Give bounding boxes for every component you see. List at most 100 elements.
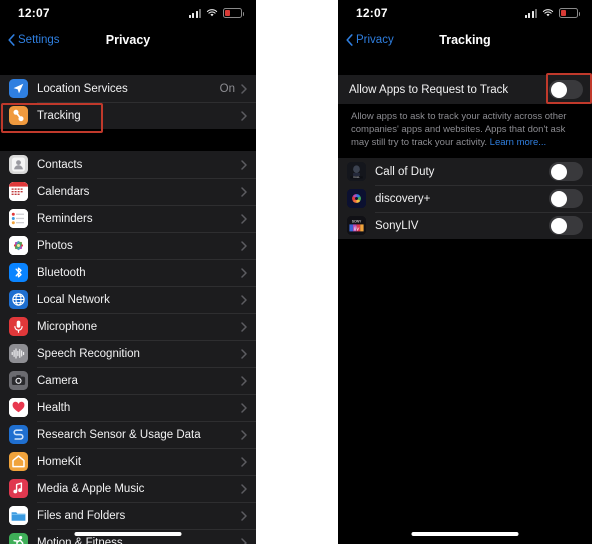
sidebar-item-label: Health [37, 401, 71, 414]
sidebar-item-tracking[interactable]: Tracking [0, 102, 256, 129]
sidebar-item-photos[interactable]: Photos [0, 232, 256, 259]
app-tracking-toggle[interactable] [549, 216, 583, 235]
back-button-privacy[interactable]: Privacy [338, 34, 394, 46]
chevron-right-icon [241, 537, 247, 544]
sidebar-item-label: Files and Folders [37, 509, 126, 522]
waveform-icon [9, 344, 28, 363]
section-gap-top [0, 53, 256, 75]
wifi-icon [542, 9, 554, 17]
list-item-label: Call of Duty [375, 165, 435, 178]
chevron-left-icon [8, 33, 15, 46]
home-indicator [74, 532, 182, 536]
screenshot-stage: 12:07 Settings Privacy Location Services… [0, 0, 592, 544]
status-bar: 12:07 [338, 0, 592, 26]
privacy-screen: 12:07 Settings Privacy Location Services… [0, 0, 256, 544]
sidebar-item-microphone[interactable]: Microphone [0, 313, 256, 340]
reminders-icon [9, 209, 28, 228]
files-folder-icon [9, 506, 28, 525]
music-note-icon [9, 479, 28, 498]
sidebar-item-label: Motion & Fitness [37, 536, 123, 544]
signal-bars-icon [188, 8, 201, 18]
allow-apps-to-request-to-track-label: Allow Apps to Request to Track [349, 83, 509, 96]
list-item[interactable]: SONY liv SonyLIV [338, 212, 592, 239]
battery-low-icon [559, 8, 580, 18]
sidebar-item-label: Location Services [37, 82, 128, 95]
list-item[interactable]: CALL Call of Duty [338, 158, 592, 185]
sidebar-item-label: Tracking [37, 109, 81, 122]
health-heart-icon [9, 398, 28, 417]
master-toggle-section: Allow Apps to Request to Track [338, 75, 592, 104]
section-gap-middle [0, 129, 256, 151]
sidebar-item-health[interactable]: Health [0, 394, 256, 421]
sidebar-item-label: Media & Apple Music [37, 482, 145, 495]
chevron-right-icon [241, 402, 247, 413]
chevron-right-icon [241, 456, 247, 467]
list-item-label: discovery+ [375, 192, 431, 205]
sidebar-item-label: Camera [37, 374, 78, 387]
photos-icon [9, 236, 28, 255]
svg-text:CALL: CALL [353, 175, 360, 179]
signal-bars-icon [524, 8, 537, 18]
sidebar-item-local-network[interactable]: Local Network [0, 286, 256, 313]
allow-apps-to-request-to-track-toggle[interactable] [549, 80, 583, 99]
sidebar-item-label: Research Sensor & Usage Data [37, 428, 201, 441]
call-of-duty-app-icon: CALL [347, 162, 366, 181]
allow-apps-to-request-to-track-row[interactable]: Allow Apps to Request to Track [338, 75, 592, 104]
chevron-right-icon [241, 240, 247, 251]
chevron-right-icon [241, 294, 247, 305]
sidebar-item-camera[interactable]: Camera [0, 367, 256, 394]
location-services-value: On [219, 82, 235, 95]
tracking-apps-list: CALL Call of Duty discovery+ SONY liv So… [338, 158, 592, 239]
sonyliv-app-icon: SONY liv [347, 216, 366, 235]
sidebar-item-files-and-folders[interactable]: Files and Folders [0, 502, 256, 529]
chevron-left-icon [346, 33, 353, 46]
chevron-right-icon [241, 321, 247, 332]
sidebar-item-speech-recognition[interactable]: Speech Recognition [0, 340, 256, 367]
sidebar-item-label: Speech Recognition [37, 347, 140, 360]
chevron-right-icon [241, 110, 247, 121]
sidebar-item-calendars[interactable]: Calendars [0, 178, 256, 205]
camera-icon [9, 371, 28, 390]
chevron-right-icon [241, 429, 247, 440]
sidebar-item-label: Local Network [37, 293, 110, 306]
back-button-settings[interactable]: Settings [0, 34, 60, 46]
status-icons [188, 8, 244, 18]
tracking-description: Allow apps to ask to track your activity… [338, 104, 592, 158]
sidebar-item-location-services[interactable]: Location Services On [0, 75, 256, 102]
sidebar-item-label: Calendars [37, 185, 90, 198]
sidebar-item-reminders[interactable]: Reminders [0, 205, 256, 232]
sidebar-item-label: Photos [37, 239, 73, 252]
app-tracking-toggle[interactable] [549, 189, 583, 208]
svg-text:liv: liv [354, 227, 359, 233]
sidebar-item-contacts[interactable]: Contacts [0, 151, 256, 178]
sidebar-item-research-sensor-usage-data[interactable]: Research Sensor & Usage Data [0, 421, 256, 448]
list-item[interactable]: discovery+ [338, 185, 592, 212]
section-gap-top [338, 53, 592, 75]
homekit-icon [9, 452, 28, 471]
chevron-right-icon [241, 186, 247, 197]
chevron-right-icon [241, 83, 247, 94]
research-sensor-icon [9, 425, 28, 444]
chevron-right-icon [241, 159, 247, 170]
sidebar-item-bluetooth[interactable]: Bluetooth [0, 259, 256, 286]
chevron-right-icon [241, 348, 247, 359]
sidebar-item-label: Bluetooth [37, 266, 86, 279]
app-tracking-toggle[interactable] [549, 162, 583, 181]
sidebar-item-homekit[interactable]: HomeKit [0, 448, 256, 475]
sidebar-item-label: HomeKit [37, 455, 82, 468]
location-arrow-icon [9, 79, 28, 98]
sidebar-item-media-apple-music[interactable]: Media & Apple Music [0, 475, 256, 502]
motion-fitness-icon [9, 533, 28, 544]
wifi-icon [206, 9, 218, 17]
status-time: 12:07 [356, 6, 388, 20]
list-item-label: SonyLIV [375, 219, 419, 232]
chevron-right-icon [241, 510, 247, 521]
bluetooth-icon [9, 263, 28, 282]
learn-more-link[interactable]: Learn more... [490, 137, 547, 148]
back-button-label: Settings [18, 33, 60, 46]
contacts-icon [9, 155, 28, 174]
back-button-label: Privacy [356, 33, 394, 46]
sidebar-item-label: Reminders [37, 212, 93, 225]
tracking-screen: 12:07 Privacy Tracking Allow Apps to Req… [338, 0, 592, 544]
battery-low-icon [223, 8, 244, 18]
